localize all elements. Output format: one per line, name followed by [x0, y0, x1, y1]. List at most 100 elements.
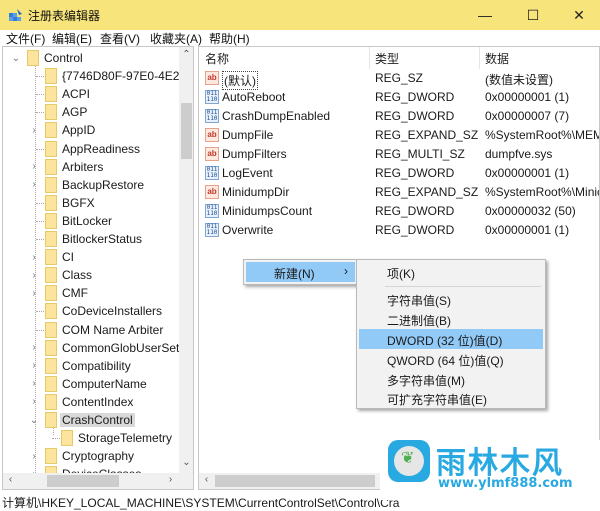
- close-button[interactable]: ✕: [556, 0, 600, 30]
- tree-item[interactable]: BitlockerStatus: [3, 230, 179, 248]
- column-header-data[interactable]: 数据: [485, 47, 509, 69]
- tree-item[interactable]: › ComputerName: [3, 375, 179, 393]
- cell-data: %SystemRoot%\MEM: [485, 128, 600, 142]
- tree-guide-line: [36, 311, 44, 313]
- list-hscroll-thumb[interactable]: [215, 475, 375, 487]
- tree-item[interactable]: COM Name Arbiter: [3, 321, 179, 339]
- list-row[interactable]: 011 110 Overwrite REG_DWORD 0x00000001 (1): [199, 221, 599, 240]
- scroll-down-icon[interactable]: ⌄: [179, 457, 193, 468]
- submenu-item-multi-string-value[interactable]: 多字符串值(M): [359, 369, 543, 389]
- new-submenu: 项(K) 字符串值(S) 二进制值(B) DWORD (32 位)值(D) QW…: [356, 259, 546, 409]
- tree-item[interactable]: › CMF: [3, 284, 179, 302]
- tree-item-label: ACPI: [62, 87, 91, 102]
- chevron-right-icon[interactable]: ›: [29, 451, 39, 462]
- list-row[interactable]: 011 110 MinidumpsCount REG_DWORD 0x00000032 …: [199, 202, 599, 221]
- brand-logo-icon: ❦: [388, 440, 430, 482]
- tree-item[interactable]: CoDeviceInstallers: [3, 302, 179, 320]
- tree-item[interactable]: › BackupRestore: [3, 176, 179, 194]
- tree-item[interactable]: {7746D80F-97E0-4E26-: [3, 67, 190, 85]
- cell-type: REG_MULTI_SZ: [375, 147, 465, 161]
- folder-icon: [45, 303, 57, 320]
- tree-item-label: AppID: [62, 123, 96, 138]
- list-row[interactable]: 011 110 AutoReboot REG_DWORD 0x00000001 (1): [199, 88, 599, 107]
- submenu-item-string-value[interactable]: 字符串值(S): [359, 289, 543, 309]
- cell-name: LogEvent: [222, 166, 273, 180]
- menu-file[interactable]: 文件(F): [6, 30, 45, 47]
- tree-item[interactable]: BitLocker: [3, 212, 179, 230]
- menu-edit[interactable]: 编辑(E): [52, 30, 92, 47]
- tree-item[interactable]: › Class: [3, 266, 179, 284]
- menu-view[interactable]: 查看(V): [100, 30, 140, 47]
- tree-item[interactable]: › Cryptography: [3, 447, 179, 465]
- list-row[interactable]: ab (默认) REG_SZ (数值未设置): [199, 69, 599, 90]
- tree-item-label: BGFX: [62, 195, 95, 210]
- column-divider[interactable]: [369, 47, 370, 69]
- cell-type: REG_DWORD: [375, 204, 455, 218]
- chevron-right-icon[interactable]: ›: [29, 125, 39, 136]
- chevron-right-icon[interactable]: ›: [29, 161, 39, 172]
- tree-item-label: Class: [62, 268, 93, 283]
- list-row[interactable]: 011 110 CrashDumpEnabled REG_DWORD 0x0000000…: [199, 107, 599, 126]
- menu-item-new[interactable]: 新建(N) ›: [246, 262, 355, 282]
- tree-item[interactable]: ⌄ CrashControl: [3, 411, 179, 429]
- column-divider[interactable]: [479, 47, 480, 69]
- scroll-up-icon[interactable]: ⌃: [179, 49, 193, 60]
- submenu-item-expandable-string-value[interactable]: 可扩充字符串值(E): [359, 388, 543, 408]
- tree-item[interactable]: › CI: [3, 248, 179, 266]
- minimize-button[interactable]: —: [462, 0, 508, 30]
- chevron-right-icon[interactable]: ›: [29, 179, 39, 190]
- chevron-right-icon[interactable]: ›: [29, 270, 39, 281]
- tree-item[interactable]: AppReadiness: [3, 140, 179, 158]
- tree-item[interactable]: StorageTelemetry: [3, 429, 179, 447]
- submenu-item-dword-value[interactable]: DWORD (32 位)值(D): [359, 329, 543, 349]
- chevron-right-icon[interactable]: ›: [29, 396, 39, 407]
- submenu-item-key[interactable]: 项(K): [359, 262, 543, 282]
- submenu-item-binary-value[interactable]: 二进制值(B): [359, 309, 543, 329]
- folder-icon: [45, 86, 57, 103]
- list-row[interactable]: ab MinidumpDir REG_EXPAND_SZ %SystemRoot%\M…: [199, 183, 599, 202]
- chevron-right-icon[interactable]: ›: [29, 342, 39, 353]
- chevron-right-icon[interactable]: ›: [29, 252, 39, 263]
- menu-favorites[interactable]: 收藏夹(A): [150, 30, 202, 47]
- tree-item[interactable]: ACPI: [3, 85, 179, 103]
- menu-help[interactable]: 帮助(H): [209, 30, 250, 47]
- tree-item[interactable]: › Arbiters: [3, 158, 179, 176]
- folder-icon: [45, 176, 57, 193]
- chevron-right-icon[interactable]: ›: [29, 378, 39, 389]
- chevron-down-icon[interactable]: ⌄: [29, 415, 39, 426]
- list-row[interactable]: ab DumpFilters REG_MULTI_SZ dumpfve.sys: [199, 145, 599, 164]
- string-value-icon: ab: [205, 185, 219, 199]
- scroll-left-icon[interactable]: ‹: [3, 474, 18, 485]
- tree-item[interactable]: BGFX: [3, 194, 179, 212]
- tree-horizontal-scrollbar[interactable]: ‹ ›: [3, 473, 193, 489]
- list-row[interactable]: 011 110 LogEvent REG_DWORD 0x00000001 (1): [199, 164, 599, 183]
- tree-item[interactable]: › Compatibility: [3, 357, 179, 375]
- cell-name: Overwrite: [222, 223, 274, 237]
- tree-item[interactable]: › CommonGlobUserSett: [3, 339, 183, 357]
- window-title: 注册表编辑器: [28, 9, 101, 23]
- chevron-right-icon[interactable]: ›: [29, 288, 39, 299]
- tree-vertical-scrollbar[interactable]: ⌃ ⌄: [179, 47, 193, 473]
- submenu-item-qword-value[interactable]: QWORD (64 位)值(Q): [359, 349, 543, 369]
- column-header-name[interactable]: 名称: [205, 47, 229, 69]
- list-row[interactable]: ab DumpFile REG_EXPAND_SZ %SystemRoot%\MEM: [199, 126, 599, 145]
- folder-icon: [61, 430, 73, 447]
- binary-value-icon: 011 110: [205, 223, 219, 237]
- tree-vscroll-thumb[interactable]: [181, 103, 192, 159]
- tree-hscroll-thumb[interactable]: [47, 475, 119, 487]
- scroll-right-icon[interactable]: ›: [163, 474, 178, 485]
- regedit-icon: [9, 9, 22, 21]
- tree-guide-line: [36, 94, 44, 96]
- tree-item-root[interactable]: ⌄ Control: [3, 49, 179, 67]
- column-header-type[interactable]: 类型: [375, 47, 399, 69]
- tree-item[interactable]: › ContentIndex: [3, 393, 179, 411]
- tree-guide-line: [52, 438, 60, 440]
- maximize-button[interactable]: ☐: [510, 0, 556, 30]
- tree-item-label: StorageTelemetry: [78, 431, 173, 446]
- chevron-right-icon[interactable]: ›: [29, 360, 39, 371]
- chevron-down-icon[interactable]: ⌄: [11, 53, 21, 64]
- tree-item[interactable]: AGP: [3, 103, 179, 121]
- submenu-item-label: 项(K): [387, 267, 415, 281]
- tree-item[interactable]: › AppID: [3, 121, 179, 139]
- scroll-left-icon[interactable]: ‹: [199, 474, 214, 485]
